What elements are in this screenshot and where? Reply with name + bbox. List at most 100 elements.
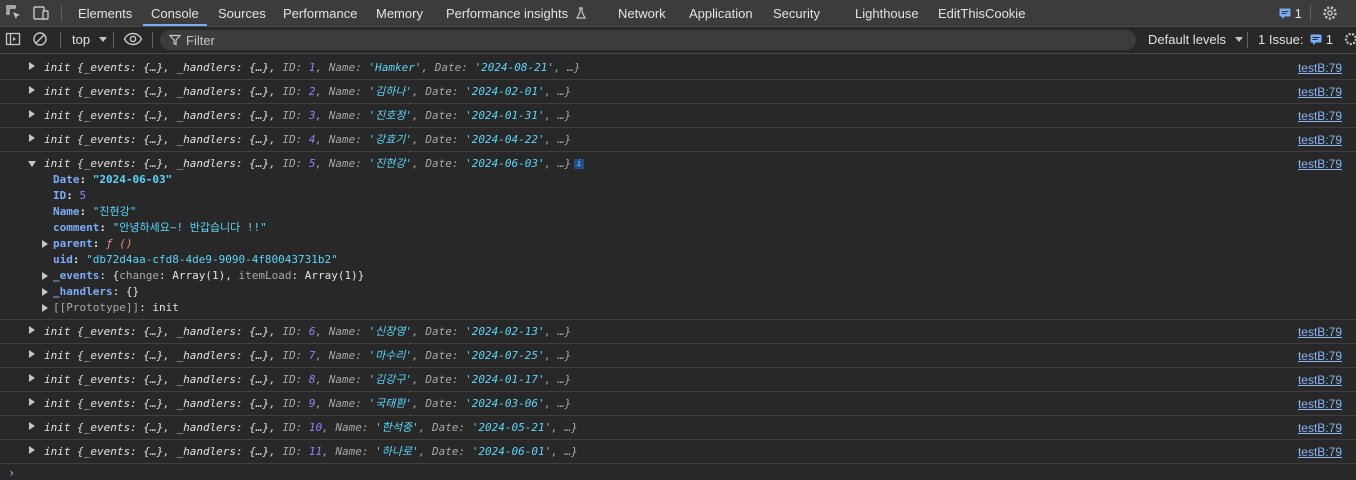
console-message: init {_events: {…}, _handlers: {…}, ID: … bbox=[0, 416, 1356, 440]
filter-input[interactable] bbox=[186, 30, 1086, 50]
clear-console-icon[interactable] bbox=[32, 31, 50, 49]
device-toolbar-icon[interactable] bbox=[32, 4, 50, 22]
expand-caret-icon[interactable] bbox=[42, 240, 48, 248]
tab-performance-insights[interactable]: Performance insights bbox=[446, 0, 587, 26]
object-preview[interactable]: init {_events: {…}, _handlers: {…}, ID: … bbox=[44, 108, 571, 124]
toolbar-separator bbox=[1247, 32, 1248, 48]
object-preview[interactable]: init {_events: {…}, _handlers: {…}, ID: … bbox=[44, 132, 571, 148]
source-link[interactable]: testB:79 bbox=[1298, 372, 1342, 388]
object-preview[interactable]: init {_events: {…}, _handlers: {…}, ID: … bbox=[44, 60, 580, 76]
object-preview[interactable]: init {_events: {…}, _handlers: {…}, ID: … bbox=[44, 156, 585, 172]
issue-message-icon bbox=[1310, 34, 1322, 45]
tab-sources[interactable]: Sources bbox=[218, 0, 266, 26]
expand-caret-icon[interactable] bbox=[29, 350, 35, 358]
expand-caret-icon[interactable] bbox=[42, 288, 48, 296]
object-preview[interactable]: init {_events: {…}, _handlers: {…}, ID: … bbox=[44, 420, 578, 436]
object-preview[interactable]: init {_events: {…}, _handlers: {…}, ID: … bbox=[44, 84, 571, 100]
property-comment: comment: "안녕하세요~! 반갑습니다 !!" bbox=[53, 221, 267, 234]
expand-caret-icon[interactable] bbox=[29, 374, 35, 382]
log-levels-dropdown[interactable]: Default levels bbox=[1148, 27, 1243, 53]
property-name: Name: "진현강" bbox=[53, 205, 137, 218]
property-date: Date: "2024-06-03" bbox=[53, 173, 173, 186]
tab-editthiscookie[interactable]: EditThisCookie bbox=[938, 0, 1025, 26]
source-link[interactable]: testB:79 bbox=[1298, 60, 1342, 76]
expand-caret-icon[interactable] bbox=[42, 304, 48, 312]
source-link[interactable]: testB:79 bbox=[1298, 84, 1342, 100]
tab-elements[interactable]: Elements bbox=[78, 0, 132, 26]
tab-memory[interactable]: Memory bbox=[376, 0, 423, 26]
source-link[interactable]: testB:79 bbox=[1298, 420, 1342, 436]
console-message-expanded: init {_events: {…}, _handlers: {…}, ID: … bbox=[0, 152, 1356, 320]
object-preview[interactable]: init {_events: {…}, _handlers: {…}, ID: … bbox=[44, 372, 571, 388]
expand-caret-icon[interactable] bbox=[28, 161, 36, 167]
source-link[interactable]: testB:79 bbox=[1298, 108, 1342, 124]
console-message: init {_events: {…}, _handlers: {…}, ID: … bbox=[0, 344, 1356, 368]
expand-caret-icon[interactable] bbox=[29, 398, 35, 406]
filter-funnel-icon bbox=[169, 34, 181, 46]
console-message: init {_events: {…}, _handlers: {…}, ID: … bbox=[0, 128, 1356, 152]
tab-network[interactable]: Network bbox=[618, 0, 666, 26]
tab-lighthouse[interactable]: Lighthouse bbox=[855, 0, 919, 26]
toolbar-separator bbox=[113, 32, 114, 48]
tab-security[interactable]: Security bbox=[773, 0, 820, 26]
console-messages: init {_events: {…}, _handlers: {…}, ID: … bbox=[0, 56, 1356, 464]
property-parent[interactable]: parent: ƒ () bbox=[0, 236, 1000, 252]
property-id: ID: 5 bbox=[53, 189, 87, 202]
object-preview[interactable]: init {_events: {…}, _handlers: {…}, ID: … bbox=[44, 444, 578, 460]
console-toolbar: top Default levels 1 Issue: 1 bbox=[0, 27, 1356, 54]
settings-gear-icon[interactable] bbox=[1321, 4, 1339, 22]
tab-console[interactable]: Console bbox=[143, 0, 207, 26]
messages-badge[interactable]: 1 bbox=[1279, 6, 1302, 22]
tab-performance-insights-label: Performance insights bbox=[446, 6, 569, 21]
source-link[interactable]: testB:79 bbox=[1298, 396, 1342, 412]
console-settings-gear-icon[interactable] bbox=[1343, 31, 1356, 49]
expand-caret-icon[interactable] bbox=[29, 86, 35, 94]
source-link[interactable]: testB:79 bbox=[1298, 348, 1342, 364]
issues-counter[interactable]: 1 Issue: 1 bbox=[1258, 27, 1333, 53]
expand-caret-icon[interactable] bbox=[29, 110, 35, 118]
property-events[interactable]: _events: {change: Array(1), itemLoad: Ar… bbox=[0, 268, 1000, 284]
source-link[interactable]: testB:79 bbox=[1298, 324, 1342, 340]
source-link[interactable]: testB:79 bbox=[1298, 156, 1342, 172]
log-levels-label: Default levels bbox=[1148, 32, 1227, 47]
issues-label: 1 Issue: bbox=[1258, 32, 1304, 47]
object-properties: Date: "2024-06-03" ID: 5 Name: "진현강" com… bbox=[0, 172, 1000, 316]
expand-caret-icon[interactable] bbox=[29, 62, 35, 70]
console-message: init {_events: {…}, _handlers: {…}, ID: … bbox=[0, 80, 1356, 104]
expand-caret-icon[interactable] bbox=[29, 422, 35, 430]
messages-count: 1 bbox=[1294, 6, 1302, 21]
console-message: init {_events: {…}, _handlers: {…}, ID: … bbox=[0, 104, 1356, 128]
tab-application[interactable]: Application bbox=[689, 0, 753, 26]
filter-box bbox=[160, 30, 1136, 50]
console-message: init {_events: {…}, _handlers: {…}, ID: … bbox=[0, 392, 1356, 416]
console-message: init {_events: {…}, _handlers: {…}, ID: … bbox=[0, 56, 1356, 80]
object-preview[interactable]: init {_events: {…}, _handlers: {…}, ID: … bbox=[44, 348, 571, 364]
source-link[interactable]: testB:79 bbox=[1298, 132, 1342, 148]
message-icon bbox=[1279, 8, 1291, 19]
chevron-down-icon bbox=[1234, 37, 1243, 42]
context-select[interactable]: top bbox=[72, 27, 107, 53]
expand-caret-icon[interactable] bbox=[42, 272, 48, 280]
live-expression-eye-icon[interactable] bbox=[123, 31, 143, 49]
expand-caret-icon[interactable] bbox=[29, 134, 35, 142]
source-link[interactable]: testB:79 bbox=[1298, 444, 1342, 460]
experiment-flask-icon bbox=[575, 7, 586, 19]
tab-separator bbox=[61, 5, 62, 21]
tab-performance[interactable]: Performance bbox=[283, 0, 357, 26]
property-handlers[interactable]: _handlers: {} bbox=[0, 284, 1000, 300]
sidebar-toggle-icon[interactable] bbox=[5, 31, 23, 49]
info-icon[interactable]: i bbox=[574, 159, 585, 169]
toolbar-separator bbox=[60, 32, 61, 48]
console-message: init {_events: {…}, _handlers: {…}, ID: … bbox=[0, 320, 1356, 344]
property-prototype[interactable]: [[Prototype]]: init bbox=[0, 300, 1000, 316]
console-message: init {_events: {…}, _handlers: {…}, ID: … bbox=[0, 440, 1356, 464]
expand-caret-icon[interactable] bbox=[29, 326, 35, 334]
console-message: init {_events: {…}, _handlers: {…}, ID: … bbox=[0, 368, 1356, 392]
property-uid: uid: "db72d4aa-cfd8-4de9-9090-4f80043731… bbox=[53, 253, 338, 266]
inspect-element-icon[interactable] bbox=[5, 4, 23, 22]
object-preview[interactable]: init {_events: {…}, _handlers: {…}, ID: … bbox=[44, 324, 571, 340]
context-select-value: top bbox=[72, 32, 91, 47]
chevron-down-icon bbox=[98, 37, 107, 42]
object-preview[interactable]: init {_events: {…}, _handlers: {…}, ID: … bbox=[44, 396, 571, 412]
expand-caret-icon[interactable] bbox=[29, 446, 35, 454]
